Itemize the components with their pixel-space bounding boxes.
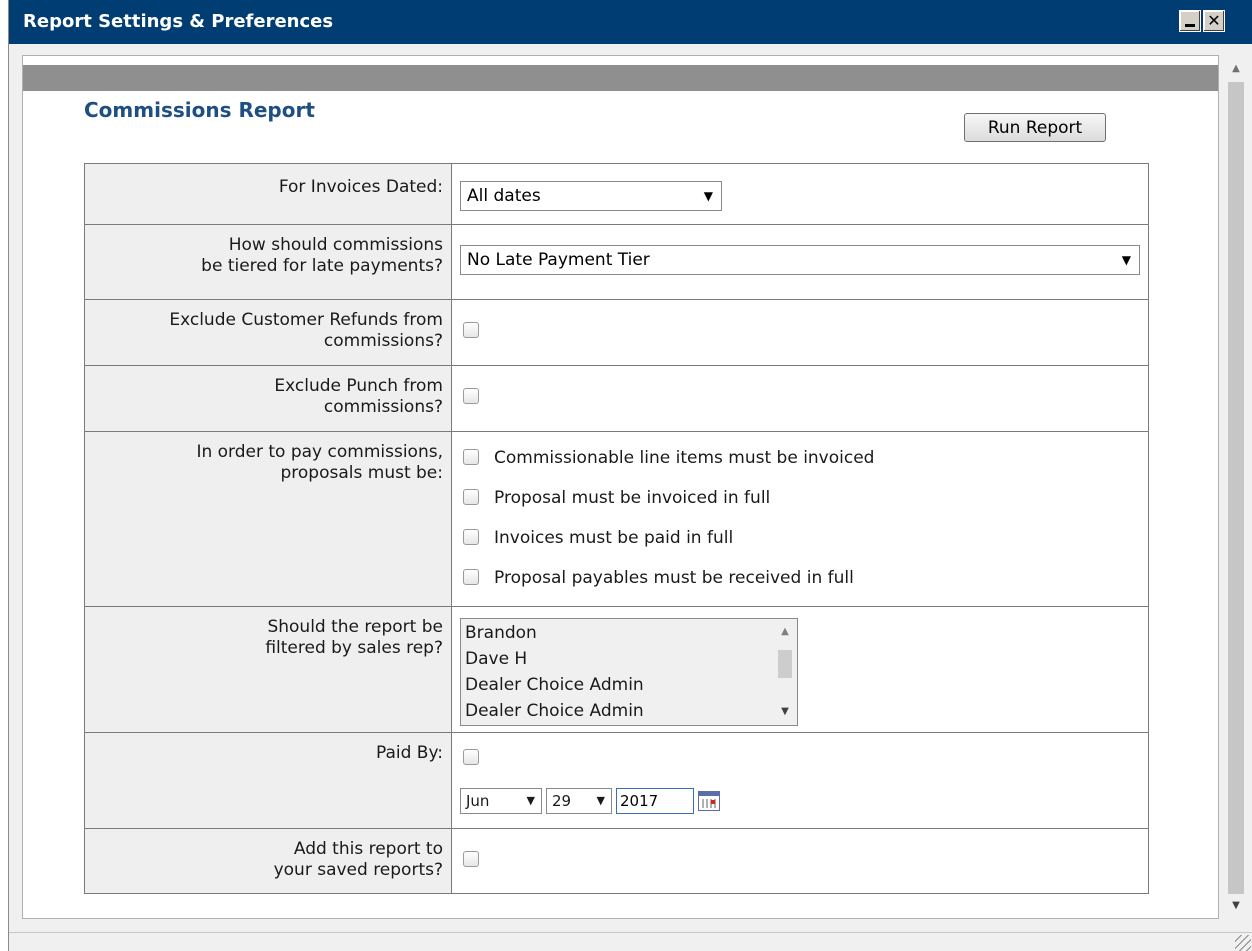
row-pay-conditions: In order to pay commissions, proposals m… xyxy=(84,431,1149,607)
save-report-label-line2: your saved reports? xyxy=(273,860,443,880)
list-item[interactable]: Brandon xyxy=(461,620,797,646)
close-icon[interactable]: ✕ xyxy=(1203,10,1225,32)
pay-option[interactable]: Invoices must be paid in full xyxy=(460,526,1140,566)
late-tier-label-line1: How should commissions xyxy=(228,235,443,255)
exclude-refunds-label: Exclude Customer Refunds from commission… xyxy=(84,299,452,366)
pay-conditions-label-line1: In order to pay commissions, xyxy=(196,442,443,462)
late-tier-label-line2: be tiered for late payments? xyxy=(201,256,443,276)
paid-by-date: Jun ▼ 29 ▼ xyxy=(460,788,1140,814)
list-item[interactable]: Dealer Choice Admin xyxy=(461,698,797,724)
invoices-dated-label: For Invoices Dated: xyxy=(84,163,452,225)
scroll-thumb[interactable] xyxy=(778,650,792,678)
status-bar xyxy=(9,932,1252,951)
save-report-checkbox[interactable] xyxy=(463,851,479,867)
dropdown-arrow-icon: ▼ xyxy=(596,794,605,807)
exclude-punch-label-line1: Exclude Punch from xyxy=(274,376,443,396)
list-item[interactable]: Dave H xyxy=(461,646,797,672)
invoices-dated-value: All dates xyxy=(467,186,541,206)
run-report-button[interactable]: Run Report xyxy=(964,113,1106,142)
sales-rep-label-line1: Should the report be xyxy=(267,617,443,637)
list-item[interactable]: Dealer Choice Admin xyxy=(461,672,797,698)
exclude-punch-label-line2: commissions? xyxy=(323,397,443,417)
exclude-punch-checkbox[interactable] xyxy=(463,388,479,404)
pay-option-checkbox[interactable] xyxy=(463,529,479,545)
invoices-dated-label-text: For Invoices Dated: xyxy=(278,177,443,197)
pay-option[interactable]: Proposal payables must be received in fu… xyxy=(460,566,1140,606)
scroll-up-icon[interactable]: ▲ xyxy=(1224,59,1248,79)
row-exclude-punch: Exclude Punch from commissions? xyxy=(84,365,1149,432)
paid-by-checkbox[interactable] xyxy=(463,749,479,765)
minimize-icon[interactable] xyxy=(1179,10,1201,32)
paid-by-label-text: Paid By: xyxy=(375,743,443,763)
calendar-icon[interactable] xyxy=(698,791,720,811)
save-report-label: Add this report to your saved reports? xyxy=(84,828,452,894)
resize-grip-icon[interactable] xyxy=(1235,935,1251,951)
dropdown-arrow-icon: ▼ xyxy=(703,189,713,203)
pay-conditions-label-line2: proposals must be: xyxy=(280,463,444,483)
settings-table: For Invoices Dated: All dates ▼ How shou… xyxy=(84,163,1149,894)
sales-rep-label-line2: filtered by sales rep? xyxy=(265,638,443,658)
pay-option-checkbox[interactable] xyxy=(463,569,479,585)
window-title: Report Settings & Preferences xyxy=(23,11,334,32)
row-exclude-refunds: Exclude Customer Refunds from commission… xyxy=(84,299,1149,366)
exclude-refunds-label-line1: Exclude Customer Refunds from xyxy=(169,310,443,330)
sales-rep-listbox[interactable]: Brandon Dave H Dealer Choice Admin Deale… xyxy=(460,618,798,726)
scroll-thumb[interactable] xyxy=(1228,82,1244,894)
invoices-dated-select[interactable]: All dates ▼ xyxy=(460,181,722,211)
row-save-report: Add this report to your saved reports? xyxy=(84,828,1149,894)
pay-option-label: Commissionable line items must be invoic… xyxy=(494,448,875,468)
late-tier-value: No Late Payment Tier xyxy=(467,250,650,270)
pay-option[interactable]: Proposal must be invoiced in full xyxy=(460,486,1140,526)
title-bar[interactable]: Report Settings & Preferences ✕ xyxy=(9,0,1252,44)
pay-conditions-label: In order to pay commissions, proposals m… xyxy=(84,431,452,607)
row-paid-by: Paid By: Jun ▼ 29 ▼ xyxy=(84,732,1149,829)
paid-by-label: Paid By: xyxy=(84,732,452,829)
report-settings-window: Report Settings & Preferences ✕ Commissi… xyxy=(8,0,1252,951)
dropdown-arrow-icon: ▼ xyxy=(526,794,535,807)
scroll-down-icon[interactable]: ▼ xyxy=(773,703,797,721)
vertical-scrollbar[interactable]: ▲ ▼ xyxy=(1224,55,1248,920)
pay-conditions-options: Commissionable line items must be invoic… xyxy=(460,446,1140,606)
exclude-refunds-label-line2: commissions? xyxy=(323,331,443,351)
pay-option-label: Proposal payables must be received in fu… xyxy=(494,568,854,588)
month-value: Jun xyxy=(466,792,490,810)
save-report-label-line1: Add this report to xyxy=(293,839,443,859)
pay-option[interactable]: Commissionable line items must be invoic… xyxy=(460,446,1140,486)
day-value: 29 xyxy=(552,792,572,810)
late-tier-label: How should commissions be tiered for lat… xyxy=(84,224,452,300)
listbox-scrollbar[interactable]: ▲ ▼ xyxy=(773,619,797,725)
row-late-tier: How should commissions be tiered for lat… xyxy=(84,224,1149,300)
month-select[interactable]: Jun ▼ xyxy=(460,788,542,814)
late-tier-select[interactable]: No Late Payment Tier ▼ xyxy=(460,245,1140,275)
scroll-up-icon[interactable]: ▲ xyxy=(773,623,797,641)
year-input[interactable] xyxy=(616,788,694,814)
pay-option-checkbox[interactable] xyxy=(463,489,479,505)
row-sales-rep: Should the report be filtered by sales r… xyxy=(84,606,1149,733)
scroll-down-icon[interactable]: ▼ xyxy=(1224,896,1248,916)
pay-option-label: Proposal must be invoiced in full xyxy=(494,488,771,508)
sales-rep-label: Should the report be filtered by sales r… xyxy=(84,606,452,733)
exclude-refunds-checkbox[interactable] xyxy=(463,322,479,338)
exclude-punch-label: Exclude Punch from commissions? xyxy=(84,365,452,432)
pay-option-label: Invoices must be paid in full xyxy=(494,528,734,548)
day-select[interactable]: 29 ▼ xyxy=(546,788,612,814)
dropdown-arrow-icon: ▼ xyxy=(1121,253,1131,267)
row-invoices-dated: For Invoices Dated: All dates ▼ xyxy=(84,163,1149,225)
pay-option-checkbox[interactable] xyxy=(463,449,479,465)
header-bar xyxy=(23,65,1218,91)
content-panel: Commissions Report Run Report For Invoic… xyxy=(22,55,1219,919)
report-title: Commissions Report xyxy=(84,98,315,122)
